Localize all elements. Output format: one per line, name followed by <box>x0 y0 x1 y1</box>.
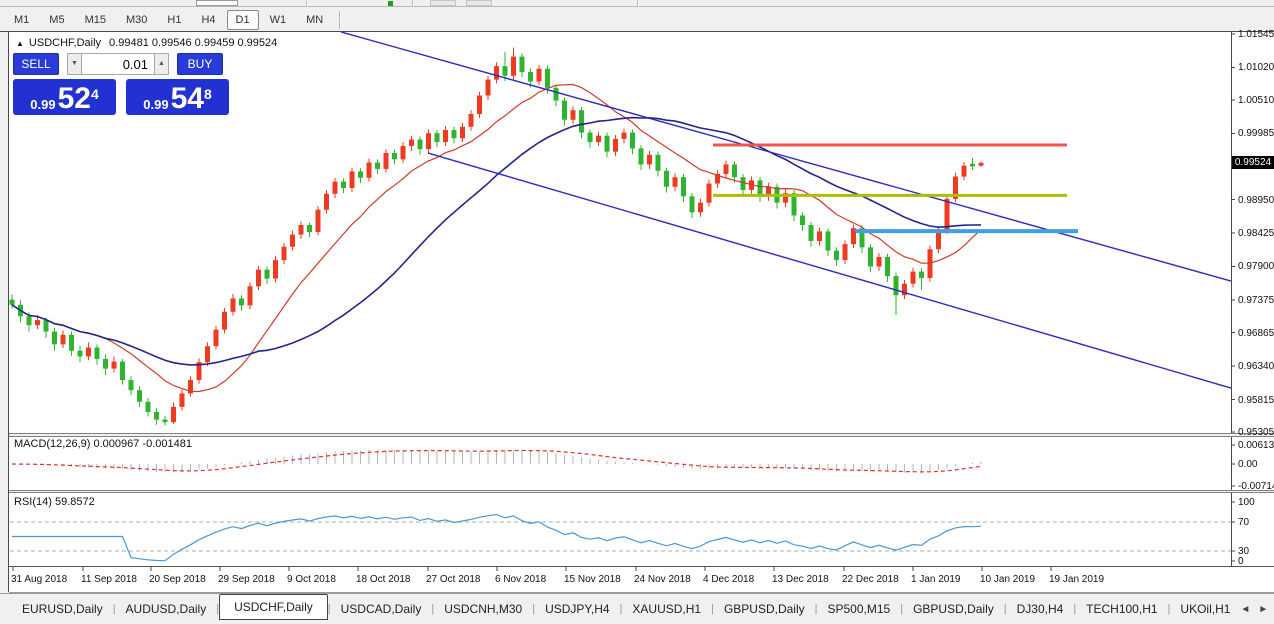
date-axis-label: 6 Nov 2018 <box>495 574 546 585</box>
date-axis-label: 27 Oct 2018 <box>426 574 480 585</box>
rsi-axis-label: 70 <box>1238 517 1249 528</box>
buy-price-pip: 8 <box>204 79 212 109</box>
chart-header: ▲ USDCHF,Daily 0.99481 0.99546 0.99459 0.9… <box>16 37 277 49</box>
sell-price-big: 52 <box>58 86 91 112</box>
price-axis-label: 0.99985 <box>1238 128 1274 139</box>
sell-quote-panel[interactable]: 0.99524 <box>13 79 116 115</box>
sell-button[interactable]: SELL <box>13 53 59 75</box>
current-price-marker: 0.99524 <box>1232 156 1274 169</box>
buy-price-prefix: 0.99 <box>143 97 168 112</box>
buy-price-big: 54 <box>171 86 204 112</box>
buy-button[interactable]: BUY <box>177 53 223 75</box>
collapse-triangle-icon[interactable]: ▲ <box>16 39 24 48</box>
date-axis-label: 20 Sep 2018 <box>149 574 206 585</box>
chart-ohlc-values: 0.99481 0.99546 0.99459 0.99524 <box>109 37 277 49</box>
chart-tab-usdchf-2[interactable]: USDCHF,Daily <box>219 594 328 620</box>
price-axis-label: 0.96340 <box>1238 361 1274 372</box>
chart-tab-sp500-8[interactable]: SP500,M15 <box>818 598 901 620</box>
tabs-scroll-right-icon[interactable]: ► <box>1258 604 1268 615</box>
chart-symbol-title: USDCHF,Daily <box>29 37 101 49</box>
date-axis-label: 10 Jan 2019 <box>980 574 1035 585</box>
date-axis-label: 19 Jan 2019 <box>1049 574 1104 585</box>
date-axis-label: 1 Jan 2019 <box>911 574 961 585</box>
volume-increase-button[interactable]: ▲ <box>154 53 169 75</box>
date-axis-label: 31 Aug 2018 <box>11 574 67 585</box>
price-axis-label: 0.95815 <box>1238 395 1274 406</box>
price-axis-label: 0.98425 <box>1238 228 1274 239</box>
date-axis[interactable]: 31 Aug 2018 11 Sep 2018 20 Sep 2018 29 Sep … <box>9 567 1231 592</box>
rsi-axis-label: 0 <box>1238 556 1244 567</box>
sell-price-pip: 4 <box>91 79 99 109</box>
date-axis-label: 24 Nov 2018 <box>634 574 691 585</box>
chart-tab-audusd-1[interactable]: AUDUSD,Daily <box>116 598 217 620</box>
chart-tab-xauusd-6[interactable]: XAUUSD,H1 <box>622 598 711 620</box>
chart-tab-usdcad-3[interactable]: USDCAD,Daily <box>331 598 432 620</box>
price-axis-label: 0.98950 <box>1238 195 1274 206</box>
macd-axis-label: 0.00 <box>1238 459 1257 470</box>
chart-tab-usdcnh-4[interactable]: USDCNH,M30 <box>434 598 532 620</box>
tabs-scroll-left-icon[interactable]: ◄ <box>1240 604 1250 615</box>
volume-decrease-button[interactable]: ▼ <box>67 53 82 75</box>
price-axis-label: 1.00510 <box>1238 95 1274 106</box>
price-axis-label: 0.97900 <box>1238 261 1274 272</box>
chart-tab-usdjpy-5[interactable]: USDJPY,H4 <box>535 598 619 620</box>
chart-tab-tech100-11[interactable]: TECH100,H1 <box>1076 598 1167 620</box>
date-axis-label: 13 Dec 2018 <box>772 574 829 585</box>
chart-tab-gbpusd-7[interactable]: GBPUSD,Daily <box>714 598 815 620</box>
date-axis-label: 15 Nov 2018 <box>564 574 621 585</box>
chart-tab-gbpusd-9[interactable]: GBPUSD,Daily <box>903 598 1004 620</box>
macd-axis-label: -0.007142 <box>1238 481 1274 492</box>
one-click-trading-panel: SELL ▼ ▲ BUY 0.99524 0.99548 <box>13 53 231 115</box>
price-axis-label: 1.01020 <box>1238 62 1274 73</box>
volume-input[interactable] <box>82 53 154 75</box>
sell-price-prefix: 0.99 <box>30 97 55 112</box>
chart-tab-dj30-10[interactable]: DJ30,H4 <box>1007 598 1074 620</box>
price-axis-label: 0.96865 <box>1238 328 1274 339</box>
date-axis-label: 18 Oct 2018 <box>356 574 410 585</box>
rsi-axis-label: 100 <box>1238 497 1255 508</box>
date-axis-label: 22 Dec 2018 <box>842 574 899 585</box>
price-axis-label: 0.95305 <box>1238 427 1274 438</box>
date-axis-label: 9 Oct 2018 <box>287 574 336 585</box>
buy-quote-panel[interactable]: 0.99548 <box>126 79 229 115</box>
app-window: M1M5M15M30H1H4D1W1MN ▲USDCHF,Daily0.9948… <box>0 0 1274 624</box>
chart-tab-ukoil-12[interactable]: UKOil,H1 <box>1170 598 1240 620</box>
date-axis-label: 29 Sep 2018 <box>218 574 275 585</box>
rsi-indicator-label: RSI(14) 59.8572 <box>14 496 95 508</box>
chart-tab-bar: EURUSD,Daily|AUDUSD,Daily|USDCHF,Daily|U… <box>0 593 1274 624</box>
macd-axis-label: 0.006137 <box>1238 440 1274 451</box>
date-axis-label: 11 Sep 2018 <box>81 574 137 585</box>
price-axis-label: 0.97375 <box>1238 295 1274 306</box>
price-axis-label: 1.01545 <box>1238 29 1274 40</box>
price-axis[interactable]: 0.99524 1.01545 1.01020 1.00510 0.99985 0.98… <box>1232 32 1274 566</box>
date-axis-label: 4 Dec 2018 <box>703 574 754 585</box>
macd-indicator-label: MACD(12,26,9) 0.000967 -0.001481 <box>14 438 192 450</box>
chart-tab-eurusd-0[interactable]: EURUSD,Daily <box>12 598 113 620</box>
